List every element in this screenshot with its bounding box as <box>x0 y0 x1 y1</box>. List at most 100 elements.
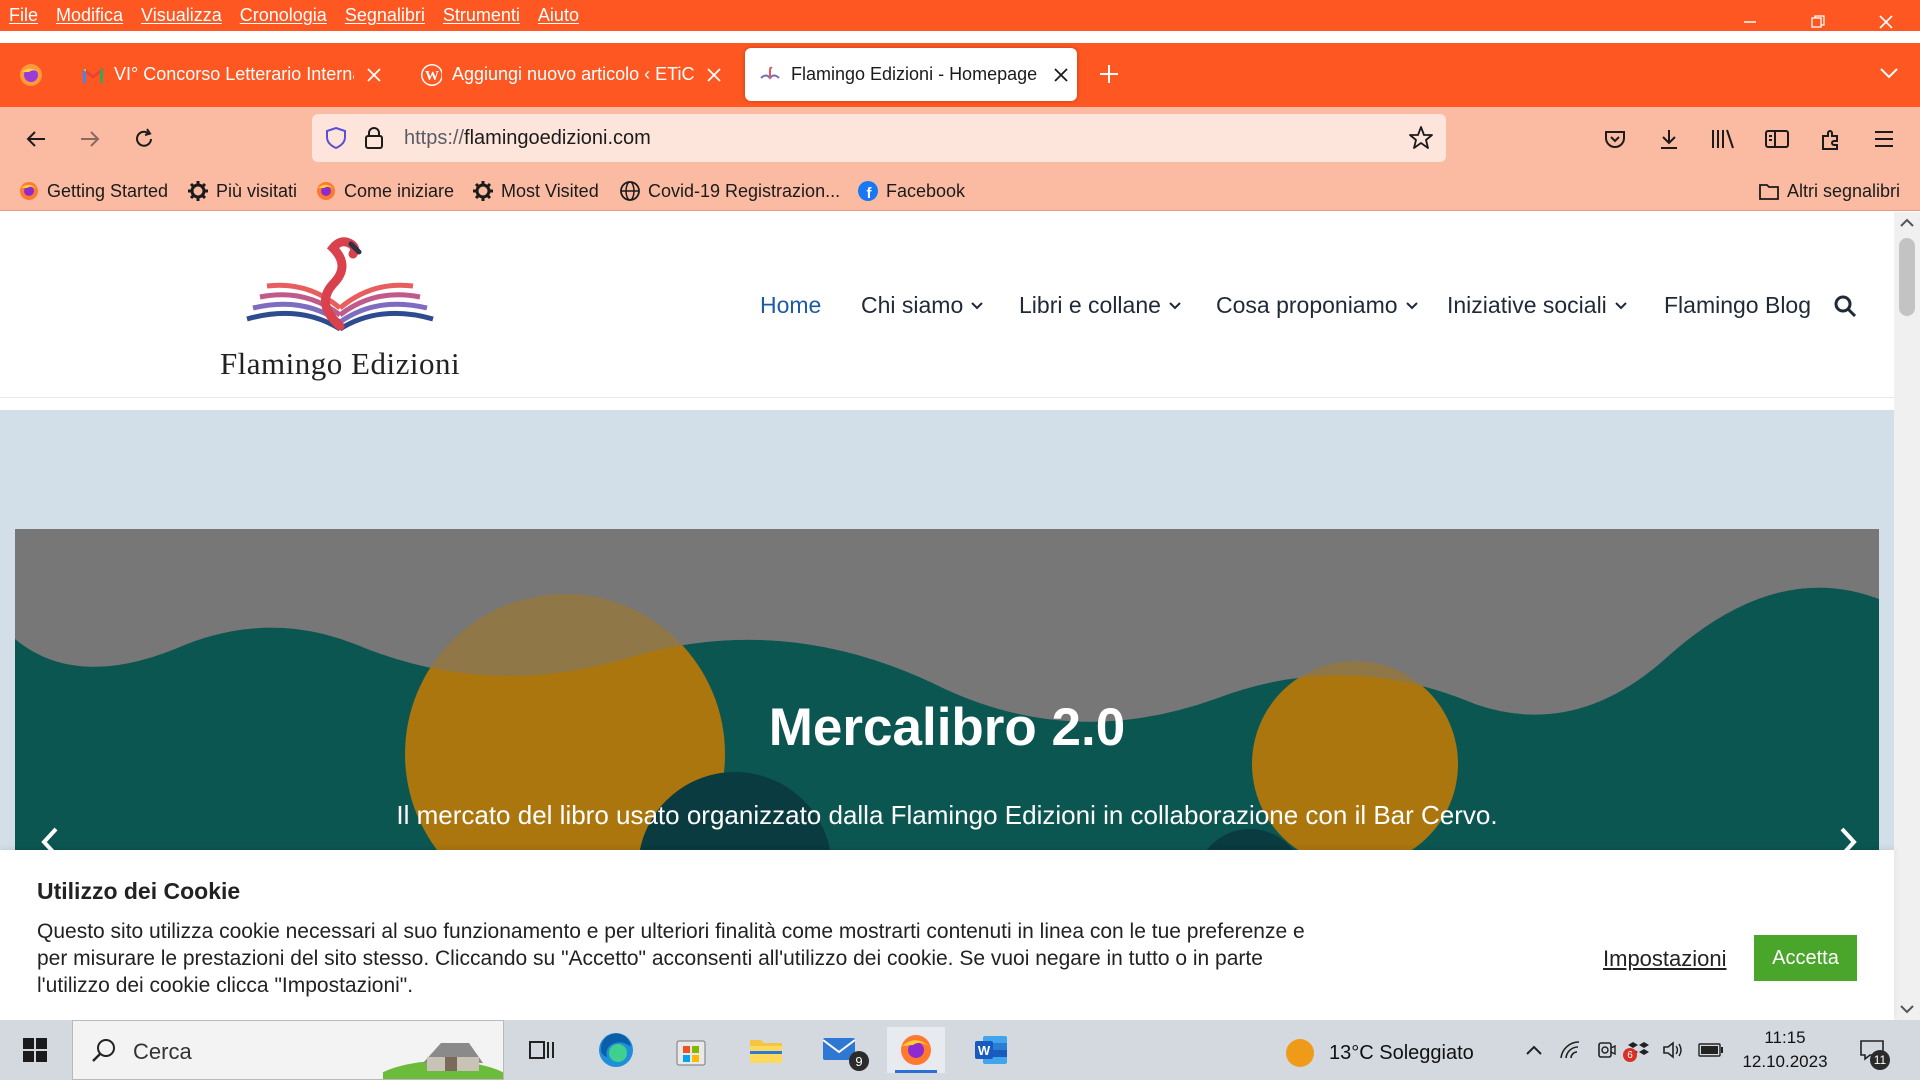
new-tab-button[interactable] <box>1098 63 1120 85</box>
nav-libri-e-collane[interactable]: Libri e collane <box>1019 292 1181 319</box>
slide-subtitle: Il mercato del libro usato organizzato d… <box>396 800 1498 830</box>
close-tab-icon[interactable] <box>1051 65 1071 85</box>
cookie-accept-button[interactable]: Accetta <box>1754 935 1857 981</box>
notification-count-badge: 11 <box>1870 1050 1890 1070</box>
site-logo[interactable]: Flamingo Edizioni <box>205 234 475 384</box>
library-icon[interactable] <box>1705 121 1741 157</box>
restore-button[interactable] <box>1784 0 1852 43</box>
menu-bar: File Modifica Visualizza Cronologia Segn… <box>0 0 1920 31</box>
cookie-banner: Utilizzo dei Cookie Questo sito utilizza… <box>0 850 1894 1020</box>
scroll-down-arrow-icon[interactable] <box>1900 1004 1914 1014</box>
firefox-view-icon[interactable] <box>18 62 44 88</box>
reload-button[interactable] <box>126 121 162 157</box>
menu-visualizza[interactable]: Visualizza <box>141 5 222 26</box>
dropbox-icon[interactable]: 6 <box>1623 1038 1653 1062</box>
firefox-taskbar-icon[interactable] <box>887 1027 945 1073</box>
tab-flamingo-homepage[interactable]: Flamingo Edizioni - Homepage <box>745 48 1077 101</box>
sidebar-icon[interactable] <box>1759 121 1795 157</box>
taskbar-clock[interactable]: 11:15 12.10.2023 <box>1740 1026 1830 1074</box>
minimize-button[interactable] <box>1716 0 1784 43</box>
downloads-icon[interactable] <box>1651 121 1687 157</box>
network-wifi-icon[interactable] <box>1557 1038 1585 1062</box>
word-icon[interactable]: W <box>962 1027 1020 1073</box>
back-button[interactable] <box>18 121 54 157</box>
tab-label: Aggiungi nuovo articolo ‹ ETiCi <box>452 64 694 84</box>
bookmark-star-icon[interactable] <box>1408 125 1434 151</box>
menu-strumenti[interactable]: Strumenti <box>443 5 520 26</box>
bookmark-getting-started[interactable]: Getting Started <box>18 179 168 203</box>
window-controls <box>1716 0 1920 43</box>
bookmark-piu-visitati[interactable]: Più visitati <box>187 179 297 203</box>
gear-icon <box>187 180 209 202</box>
nav-cosa-proponiamo[interactable]: Cosa proponiamo <box>1216 292 1418 319</box>
nav-chi-siamo[interactable]: Chi siamo <box>861 292 983 319</box>
extensions-icon[interactable] <box>1813 121 1849 157</box>
url-bar[interactable]: https://flamingoedizioni.com <box>312 114 1446 162</box>
tab-wordpress[interactable]: W Aggiungi nuovo articolo ‹ ETiCi <box>420 48 732 101</box>
tracking-protection-shield-icon[interactable] <box>324 126 348 150</box>
mail-icon[interactable]: 9 <box>812 1027 870 1073</box>
facebook-icon: f <box>857 180 879 202</box>
hamburger-menu-icon[interactable] <box>1866 121 1902 157</box>
notification-center-icon[interactable]: 11 <box>1856 1036 1890 1070</box>
search-placeholder: Cerca <box>133 1039 192 1064</box>
scroll-up-arrow-icon[interactable] <box>1900 218 1914 228</box>
site-header: Flamingo Edizioni Home Chi siamo Libri e… <box>0 212 1894 398</box>
menu-cronologia[interactable]: Cronologia <box>240 5 327 26</box>
weather-widget[interactable]: 13°C Soleggiato <box>1285 1038 1474 1068</box>
gear-icon <box>472 180 494 202</box>
scrollbar-thumb[interactable] <box>1899 238 1915 316</box>
tab-concorso[interactable]: VI° Concorso Letterario Interna <box>80 48 392 101</box>
menu-modifica[interactable]: Modifica <box>56 5 123 26</box>
bookmark-come-iniziare[interactable]: Come iniziare <box>315 179 454 203</box>
show-hidden-icons-chevron-icon[interactable] <box>1520 1038 1548 1062</box>
other-bookmarks[interactable]: Altri segnalibri <box>1758 179 1900 203</box>
folder-icon <box>1758 180 1780 202</box>
flamingo-book-logo-icon <box>246 237 434 332</box>
close-tab-icon[interactable] <box>704 65 724 85</box>
chevron-down-icon <box>1405 301 1418 310</box>
forward-button[interactable] <box>72 121 108 157</box>
site-search-icon[interactable] <box>1833 294 1857 318</box>
page-scrollbar[interactable] <box>1894 212 1920 1020</box>
bookmark-facebook[interactable]: f Facebook <box>857 179 965 203</box>
slide-title: Mercalibro 2.0 <box>768 698 1126 757</box>
start-button[interactable] <box>10 1030 60 1070</box>
firefox-icon <box>18 180 40 202</box>
volume-icon[interactable] <box>1660 1038 1688 1062</box>
flamingo-favicon-icon <box>759 64 781 86</box>
list-all-tabs-icon[interactable] <box>1880 67 1898 79</box>
nav-iniziative-sociali[interactable]: Iniziative sociali <box>1447 292 1627 319</box>
tab-label: Flamingo Edizioni - Homepage <box>791 64 1038 84</box>
bookmarks-toolbar: Getting Started Più visitati Come inizia… <box>0 171 1920 211</box>
chevron-down-icon <box>971 301 983 310</box>
clock-date: 12.10.2023 <box>1742 1052 1828 1071</box>
menu-segnalibri[interactable]: Segnalibri <box>345 5 425 26</box>
url-text[interactable]: https://flamingoedizioni.com <box>404 127 651 150</box>
close-window-button[interactable] <box>1852 0 1920 43</box>
meet-now-icon[interactable] <box>1592 1038 1620 1062</box>
firefox-icon <box>315 180 337 202</box>
wordpress-icon: W <box>420 63 442 86</box>
nav-home[interactable]: Home <box>760 292 821 319</box>
file-explorer-icon[interactable] <box>737 1027 795 1073</box>
close-tab-icon[interactable] <box>364 65 384 85</box>
lock-icon[interactable] <box>364 126 384 150</box>
menu-aiuto[interactable]: Aiuto <box>538 5 579 26</box>
bookmark-most-visited[interactable]: Most Visited <box>472 179 599 203</box>
taskbar-search-box[interactable]: Cerca <box>72 1020 504 1080</box>
microsoft-store-icon[interactable] <box>662 1027 720 1073</box>
chevron-down-icon <box>1169 301 1181 310</box>
cookie-title: Utilizzo dei Cookie <box>37 878 241 904</box>
battery-icon[interactable] <box>1697 1038 1725 1062</box>
menu-file[interactable]: File <box>9 5 38 26</box>
task-view-icon[interactable] <box>512 1027 570 1073</box>
globe-icon <box>619 180 641 202</box>
mail-badge: 9 <box>849 1051 869 1071</box>
edge-browser-icon[interactable] <box>587 1027 645 1073</box>
cookie-settings-link[interactable]: Impostazioni <box>1603 946 1727 972</box>
pocket-icon[interactable] <box>1597 121 1633 157</box>
bookmark-covid-registrazione[interactable]: Covid-19 Registrazion... <box>619 179 840 203</box>
search-highlight-barn-illustration <box>383 1023 503 1079</box>
nav-flamingo-blog[interactable]: Flamingo Blog <box>1664 292 1811 319</box>
